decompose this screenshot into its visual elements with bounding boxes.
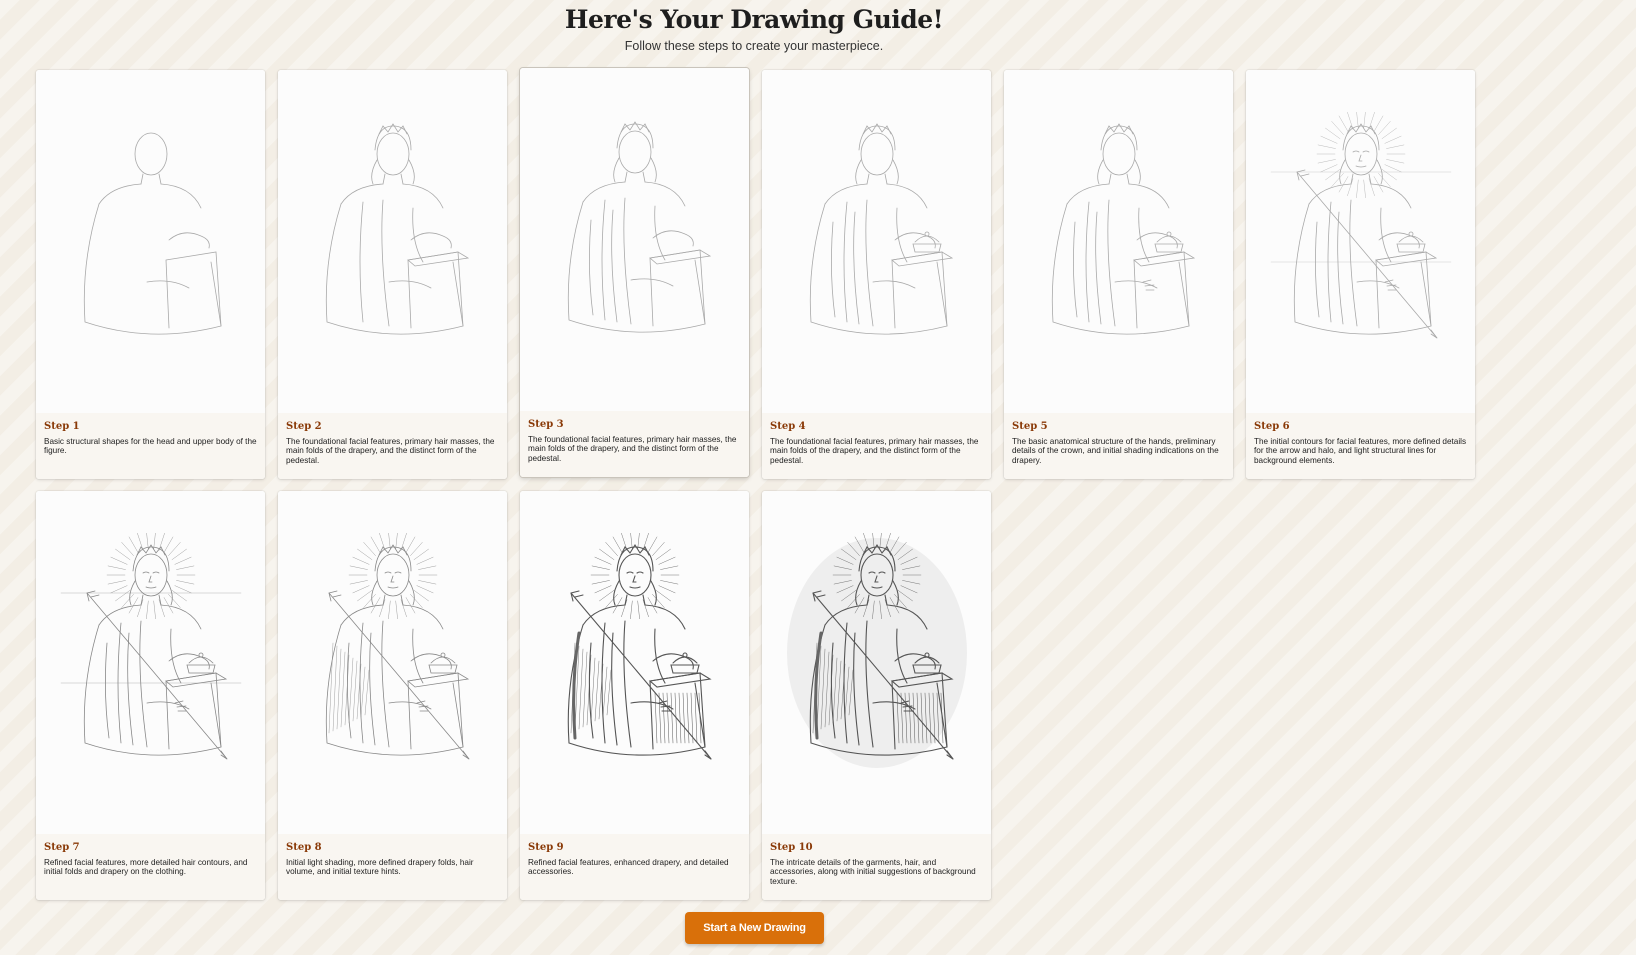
step-sketch-image <box>520 68 749 411</box>
step-card[interactable]: Step 5 The basic anatomical structure of … <box>1004 70 1233 479</box>
step-card[interactable]: Step 4 The foundational facial features, … <box>762 70 991 479</box>
step-sketch-image <box>1004 70 1233 413</box>
step-label: Step 2 <box>286 421 322 432</box>
step-label: Step 1 <box>44 421 80 432</box>
step-description: The intricate details of the garments, h… <box>770 858 976 886</box>
step-description: Initial light shading, more defined drap… <box>286 858 474 877</box>
step-description: The initial contours for facial features… <box>1254 437 1467 465</box>
step-card[interactable]: Step 10 The intricate details of the garm… <box>762 491 991 900</box>
step-label: Step 7 <box>44 842 80 853</box>
step-label: Step 4 <box>770 421 806 432</box>
step-label: Step 10 <box>770 842 813 853</box>
step-caption: Step 3 The foundational facial features, … <box>520 411 749 477</box>
step-caption: Step 8 Initial light shading, more define… <box>278 834 507 900</box>
step-label: Step 5 <box>1012 421 1048 432</box>
page-subtitle: Follow these steps to create your master… <box>624 39 884 53</box>
step-card[interactable]: Step 7 Refined facial features, more deta… <box>36 491 265 900</box>
step-caption: Step 9 Refined facial features, enhanced … <box>520 834 749 900</box>
step-sketch-image <box>36 491 265 834</box>
step-sketch-image <box>520 491 749 834</box>
step-sketch-image <box>278 70 507 413</box>
page-title: Here's Your Drawing Guide! <box>564 5 944 34</box>
step-card[interactable]: Step 1 Basic structural shapes for the he… <box>36 70 265 479</box>
step-caption: Step 7 Refined facial features, more deta… <box>36 834 265 900</box>
step-card[interactable]: Step 3 The foundational facial features, … <box>520 68 749 477</box>
step-card[interactable]: Step 8 Initial light shading, more define… <box>278 491 507 900</box>
start-new-drawing-button[interactable]: Start a New Drawing <box>685 912 824 944</box>
step-caption: Step 4 The foundational facial features, … <box>762 413 991 479</box>
step-description: The foundational facial features, primar… <box>528 435 737 463</box>
step-description: The foundational facial features, primar… <box>770 437 979 465</box>
step-label: Step 9 <box>528 842 564 853</box>
step-description: Refined facial features, enhanced draper… <box>528 858 729 877</box>
step-caption: Step 6 The initial contours for facial fe… <box>1246 413 1475 479</box>
step-card[interactable]: Step 9 Refined facial features, enhanced … <box>520 491 749 900</box>
step-label: Step 8 <box>286 842 322 853</box>
step-sketch-image <box>1246 70 1475 413</box>
step-caption: Step 5 The basic anatomical structure of … <box>1004 413 1233 479</box>
step-sketch-image <box>762 491 991 834</box>
step-description: The foundational facial features, primar… <box>286 437 495 465</box>
step-sketch-image <box>278 491 507 834</box>
step-caption: Step 2 The foundational facial features, … <box>278 413 507 479</box>
step-label: Step 6 <box>1254 421 1290 432</box>
step-sketch-image <box>36 70 265 413</box>
step-card[interactable]: Step 2 The foundational facial features, … <box>278 70 507 479</box>
steps-grid: Step 1 Basic structural shapes for the he… <box>36 68 1476 900</box>
step-description: The basic anatomical structure of the ha… <box>1012 437 1219 465</box>
drawing-guide-page: Here's Your Drawing Guide! Follow these … <box>0 0 1636 955</box>
step-caption: Step 1 Basic structural shapes for the he… <box>36 413 265 479</box>
guide-header: Here's Your Drawing Guide! Follow these … <box>0 0 1508 53</box>
step-card[interactable]: Step 6 The initial contours for facial fe… <box>1246 70 1475 479</box>
step-description: Refined facial features, more detailed h… <box>44 858 248 877</box>
step-sketch-image <box>762 70 991 413</box>
step-label: Step 3 <box>528 419 564 430</box>
step-description: Basic structural shapes for the head and… <box>44 437 257 456</box>
step-caption: Step 10 The intricate details of the garm… <box>762 834 991 900</box>
